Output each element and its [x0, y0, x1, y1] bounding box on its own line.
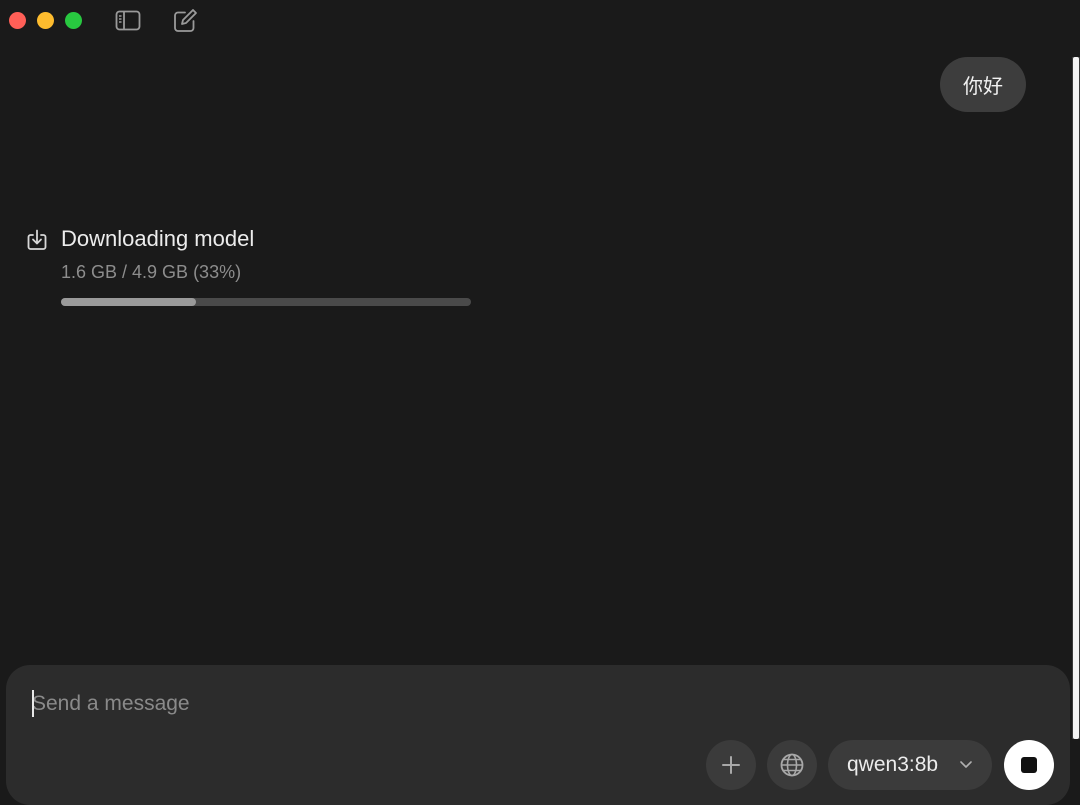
- download-icon: [27, 229, 47, 250]
- download-progress-text: 1.6 GB / 4.9 GB (33%): [61, 262, 242, 282]
- new-chat-icon[interactable]: [172, 8, 198, 34]
- chevron-down-icon: [960, 761, 972, 768]
- close-window-button[interactable]: [9, 12, 26, 29]
- download-progress-bar: [61, 298, 471, 306]
- stop-icon: [1021, 757, 1037, 773]
- minimize-window-button[interactable]: [37, 12, 54, 29]
- message-input[interactable]: [32, 689, 632, 719]
- download-progress-fill: [61, 298, 197, 306]
- text-caret: [32, 690, 34, 717]
- title-bar: [0, 0, 1080, 42]
- globe-icon: [780, 753, 804, 777]
- model-selector[interactable]: qwen3:8b: [828, 740, 992, 790]
- plus-icon: [722, 756, 740, 774]
- model-selector-label: qwen3:8b: [847, 753, 939, 776]
- scrollbar-thumb[interactable]: [1073, 57, 1079, 739]
- attach-button[interactable]: [706, 740, 756, 790]
- download-title: Downloading model: [61, 226, 255, 251]
- sidebar-toggle-icon[interactable]: [115, 8, 141, 34]
- user-message-bubble: 你好: [940, 57, 1026, 112]
- web-search-button[interactable]: [767, 740, 817, 790]
- maximize-window-button[interactable]: [65, 12, 82, 29]
- user-message-text: 你好: [963, 74, 1003, 98]
- message-composer: qwen3:8b: [6, 665, 1070, 805]
- stop-generation-button[interactable]: [1004, 740, 1054, 790]
